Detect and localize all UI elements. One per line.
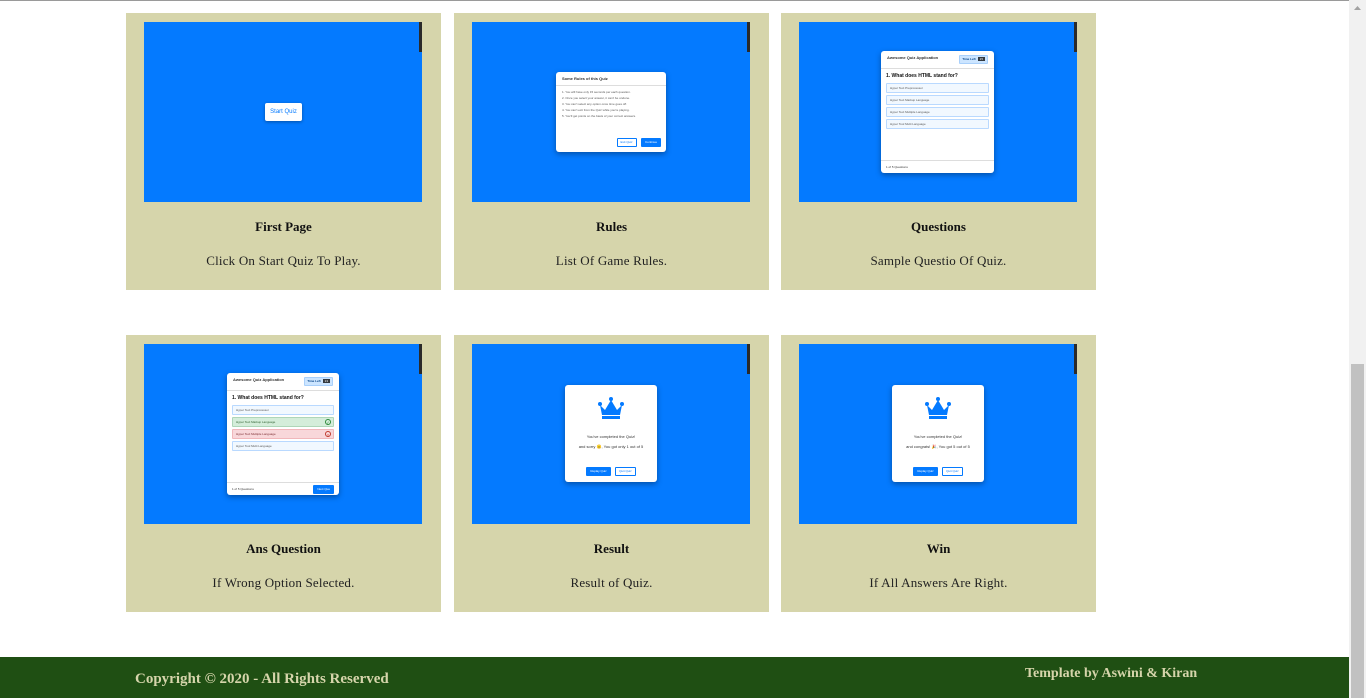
option: Hyper Text Multiple Language bbox=[886, 107, 989, 117]
copyright-text: Copyright © 2020 - All Rights Reserved bbox=[135, 671, 389, 687]
question-text: 1. What does HTML stand for? bbox=[232, 395, 304, 401]
card-ans-question: Awesome Quiz Application Time Left 13 1. … bbox=[126, 335, 441, 612]
top-divider bbox=[0, 0, 1349, 1]
check-icon: ✓ bbox=[325, 419, 331, 425]
result-box: You've completed the Quiz! and congrats!… bbox=[892, 385, 984, 482]
card-first-page: Start Quiz First Page Click On Start Qui… bbox=[126, 13, 441, 290]
replay-quiz-button: Replay Quiz bbox=[586, 467, 611, 476]
card-title: Result bbox=[593, 541, 630, 556]
result-line-1: You've completed the Quiz! bbox=[913, 434, 963, 439]
crown-icon bbox=[598, 397, 624, 419]
option-correct: Hyper Text Markup Language ✓ bbox=[232, 417, 334, 427]
option: Hyper Tool Multi Language bbox=[232, 441, 334, 451]
question-count: 1 of 5 Questions bbox=[881, 160, 994, 173]
option: Hyper Text Preprocessor bbox=[232, 405, 334, 415]
rule-item: 5. You'll get points on the basis of you… bbox=[562, 114, 636, 118]
question-text: 1. What does HTML stand for? bbox=[886, 73, 958, 79]
screenshot-first-page: Start Quiz bbox=[144, 22, 422, 202]
page-footer: Copyright © 2020 - All Rights Reserved T… bbox=[0, 657, 1349, 698]
quiz-box: Awesome Quiz Application Time Left 13 1. … bbox=[227, 373, 339, 495]
card-description: If All Answers Are Right. bbox=[869, 575, 1008, 590]
card-title: Questions bbox=[911, 219, 966, 234]
option-label: Hyper Text Markup Language bbox=[236, 420, 276, 424]
quit-quiz-button: Quit Quiz bbox=[942, 467, 963, 476]
continue-button: Continue bbox=[640, 138, 661, 147]
screenshot-ans-question: Awesome Quiz Application Time Left 13 1. … bbox=[144, 344, 422, 524]
timer-label: Time Left bbox=[307, 379, 321, 383]
quit-quiz-button: Quit Quiz bbox=[615, 467, 636, 476]
quiz-footer: 1 of 5 Questions Next Que bbox=[227, 482, 339, 495]
app-name: Awesome Quiz Application bbox=[233, 377, 285, 382]
screenshot-rules: Some Rules of this Quiz 1. You will have… bbox=[472, 22, 750, 202]
card-description: If Wrong Option Selected. bbox=[212, 575, 355, 590]
scrollbar-thumb[interactable] bbox=[1351, 364, 1364, 698]
screenshot-edge bbox=[1074, 22, 1077, 52]
timer: Time Left 15 bbox=[959, 55, 988, 64]
timer-value: 15 bbox=[977, 57, 985, 61]
card-title: Ans Question bbox=[246, 541, 321, 556]
screenshot-result: You've completed the Quiz! and sorry 😐, … bbox=[472, 344, 750, 524]
quiz-header: Awesome Quiz Application Time Left 15 bbox=[881, 51, 994, 69]
vertical-scrollbar[interactable] bbox=[1349, 0, 1366, 698]
screenshot-edge bbox=[419, 344, 422, 374]
crown-icon bbox=[925, 397, 951, 419]
timer: Time Left 13 bbox=[304, 377, 333, 386]
result-line-1: You've completed the Quiz! bbox=[586, 434, 636, 439]
card-win: You've completed the Quiz! and congrats!… bbox=[781, 335, 1096, 612]
quiz-header: Awesome Quiz Application Time Left 13 bbox=[227, 373, 339, 391]
app-name: Awesome Quiz Application bbox=[887, 55, 939, 60]
screenshot-edge bbox=[419, 22, 422, 52]
card-questions: Awesome Quiz Application Time Left 15 1. … bbox=[781, 13, 1096, 290]
timer-value: 13 bbox=[322, 379, 330, 383]
option: Hyper Tool Multi Language bbox=[886, 119, 989, 129]
option-wrong: Hyper Text Multiple Language × bbox=[232, 429, 334, 439]
next-question-button: Next Que bbox=[313, 485, 334, 494]
scroll-up-arrow-icon[interactable] bbox=[1349, 0, 1366, 17]
card-description: Sample Questio Of Quiz. bbox=[870, 253, 1007, 268]
card-title: Win bbox=[926, 541, 951, 556]
card-title: Rules bbox=[595, 219, 628, 234]
result-line-2: and congrats! 🎉, You got 5 out of 5 bbox=[906, 444, 970, 449]
rules-heading: Some Rules of this Quiz bbox=[556, 72, 666, 86]
card-description: Result of Quiz. bbox=[570, 575, 653, 590]
screenshot-edge bbox=[747, 22, 750, 52]
screenshot-win: You've completed the Quiz! and congrats!… bbox=[799, 344, 1077, 524]
card-result: You've completed the Quiz! and sorry 😐, … bbox=[454, 335, 769, 612]
option: Hyper Text Preprocessor bbox=[886, 83, 989, 93]
cross-icon: × bbox=[325, 431, 331, 437]
screenshot-edge bbox=[1074, 344, 1077, 374]
screenshot-edge bbox=[747, 344, 750, 374]
card-description: Click On Start Quiz To Play. bbox=[206, 253, 361, 268]
card-title: First Page bbox=[255, 219, 312, 234]
exit-quiz-button: Exit Quiz bbox=[616, 138, 637, 147]
option: Hyper Text Markup Language bbox=[886, 95, 989, 105]
result-box: You've completed the Quiz! and sorry 😐, … bbox=[565, 385, 657, 482]
timer-label: Time Left bbox=[962, 57, 976, 61]
quiz-box: Awesome Quiz Application Time Left 15 1. … bbox=[881, 51, 994, 173]
result-line-2: and sorry 😐, You got only 1 out of 5 bbox=[578, 444, 644, 449]
option-label: Hyper Text Multiple Language bbox=[236, 432, 276, 436]
card-rules: Some Rules of this Quiz 1. You will have… bbox=[454, 13, 769, 290]
rules-dialog: Some Rules of this Quiz 1. You will have… bbox=[556, 72, 666, 152]
replay-quiz-button: Replay Quiz bbox=[913, 467, 938, 476]
template-credit: Template by Aswini & Kiran bbox=[1025, 666, 1198, 681]
question-count: 1 of 5 Questions bbox=[232, 487, 254, 491]
start-quiz-button: Start Quiz bbox=[265, 103, 302, 121]
screenshot-questions: Awesome Quiz Application Time Left 15 1. … bbox=[799, 22, 1077, 202]
card-description: List Of Game Rules. bbox=[555, 253, 668, 268]
